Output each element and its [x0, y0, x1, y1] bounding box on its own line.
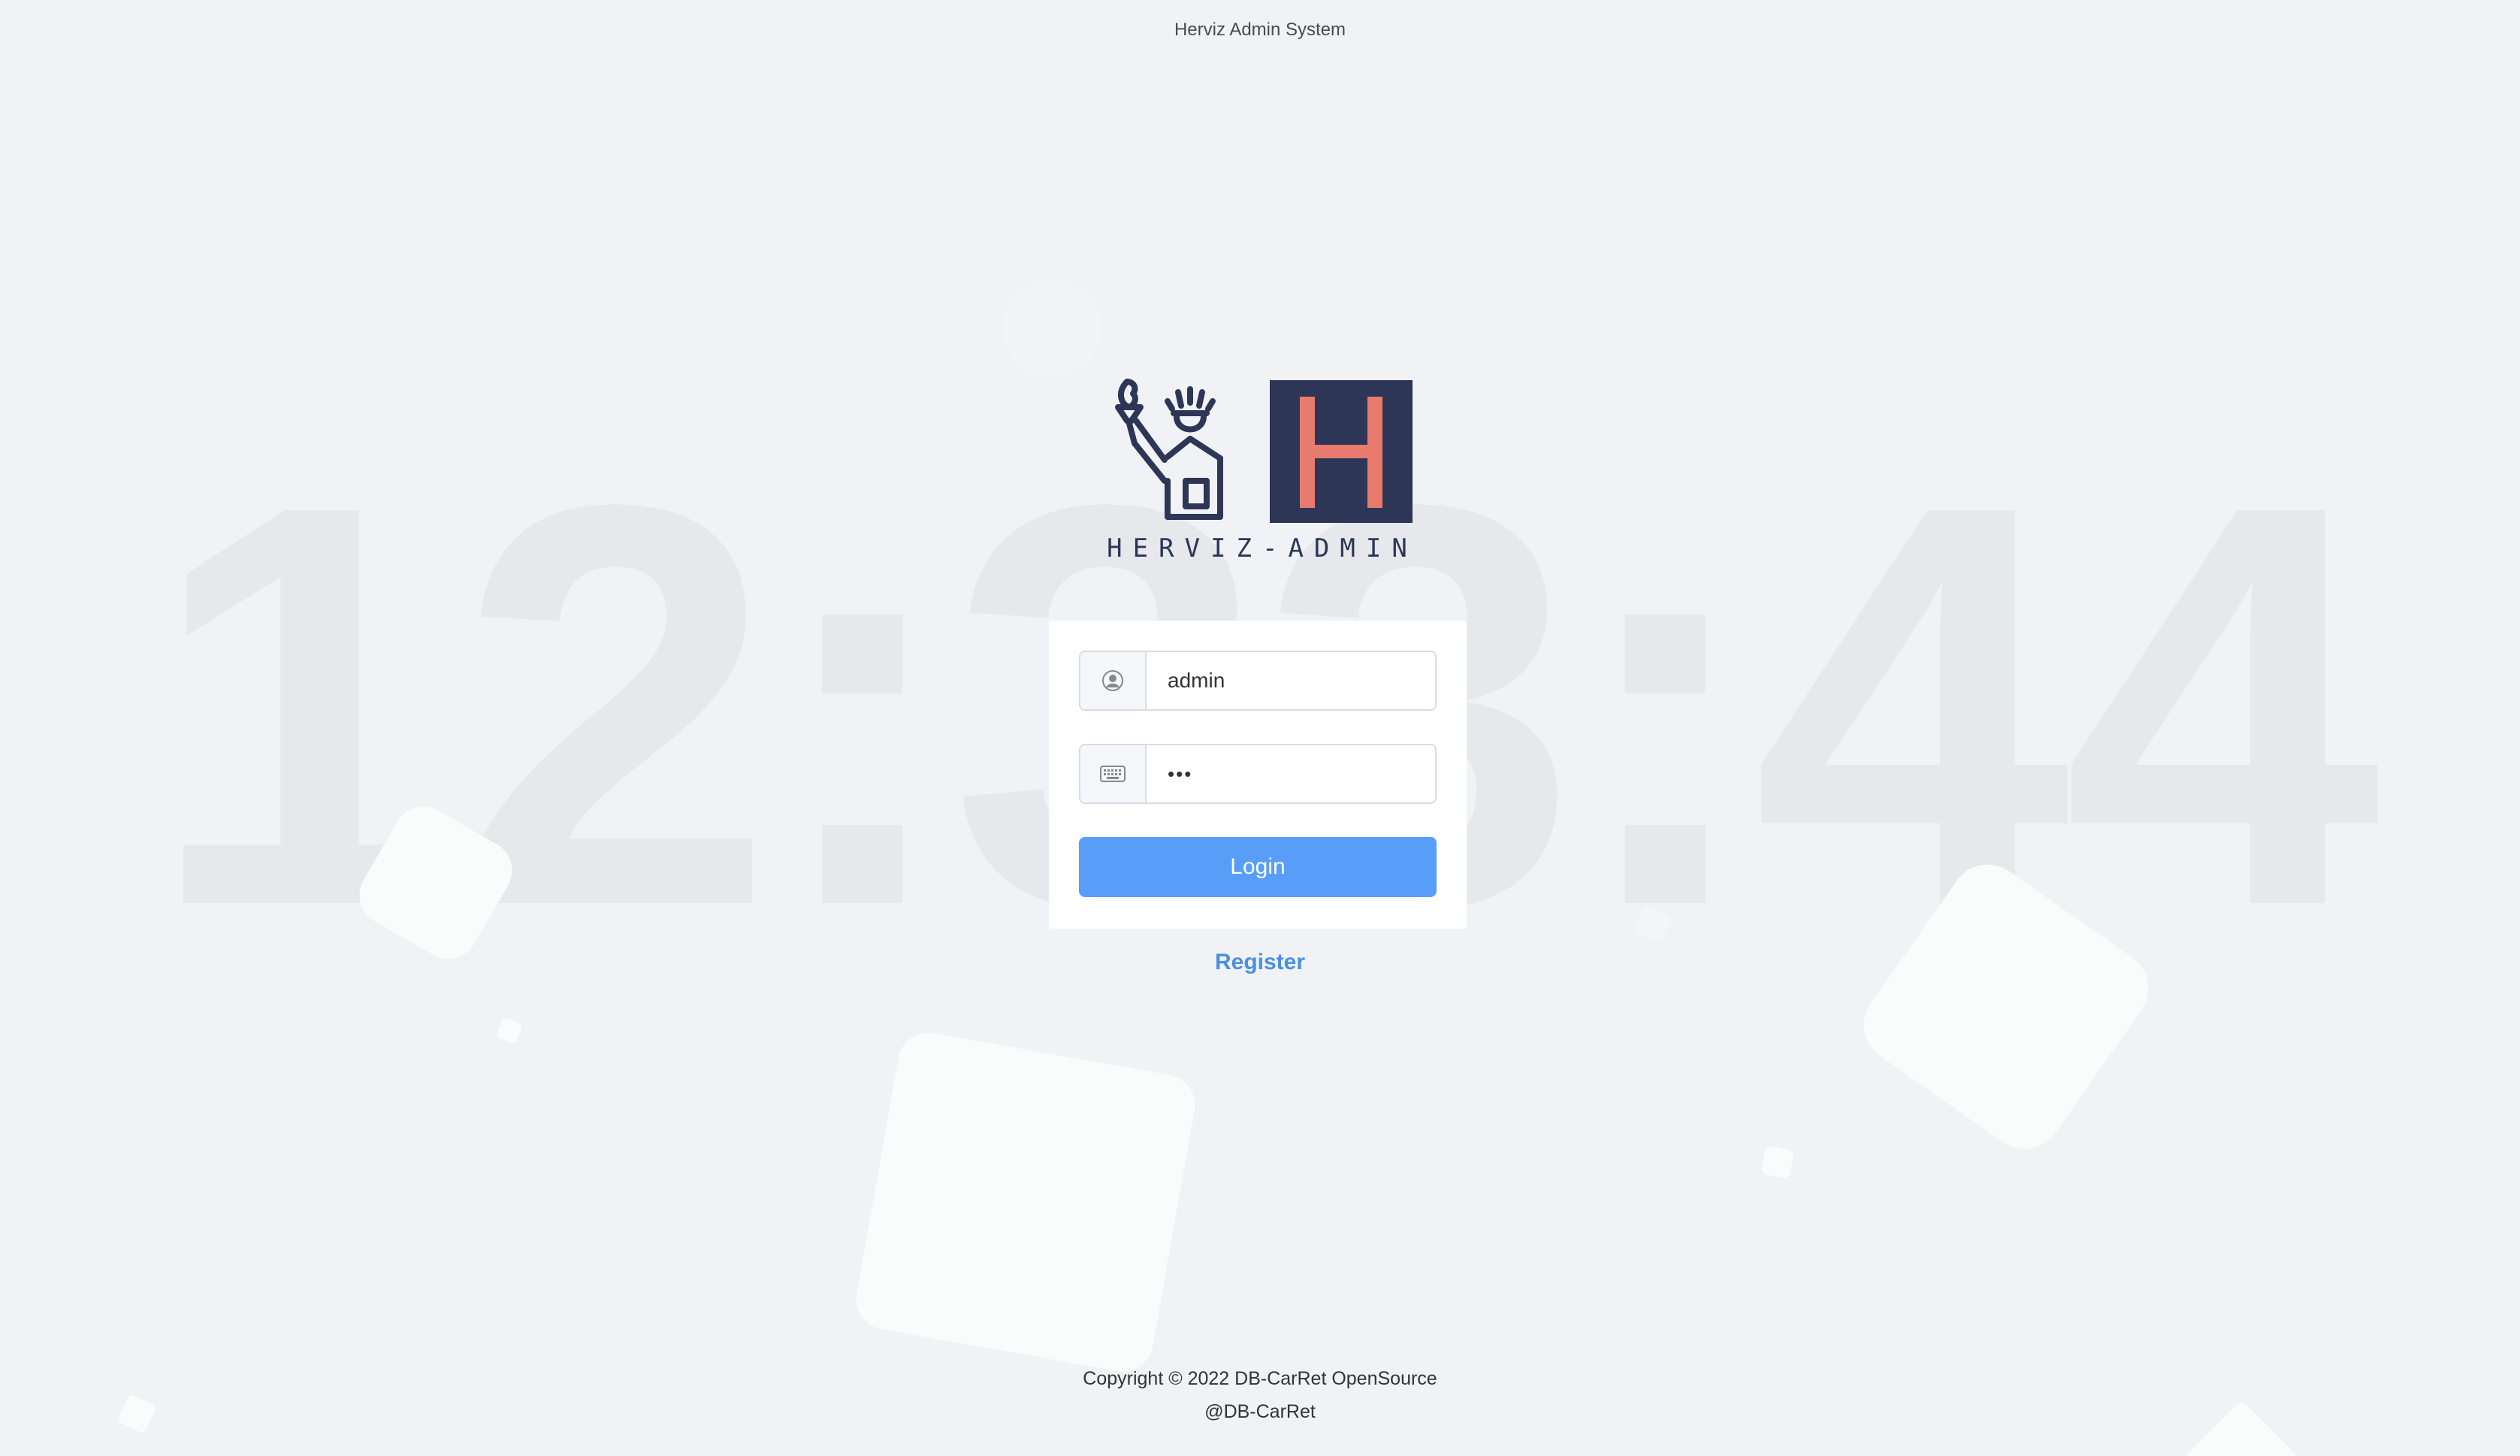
logo-h-box — [1270, 380, 1413, 523]
login-button[interactable]: Login — [1079, 837, 1437, 897]
user-circle-icon — [1080, 652, 1147, 709]
app-title: Herviz Admin System — [1174, 20, 1346, 40]
login-card: Login — [1049, 621, 1467, 929]
decorative-square — [1760, 1145, 1795, 1180]
login-page: Herviz Admin System 12:33:44 — [0, 0, 2520, 1456]
logo: HERVIZ-ADMIN — [1107, 376, 1413, 571]
logo-letter — [1300, 397, 1382, 508]
footer: Copyright © 2022 DB-CarRet OpenSource @D… — [0, 1362, 2520, 1428]
password-input[interactable] — [1147, 745, 1435, 802]
statue-of-liberty-icon — [1115, 379, 1223, 520]
register-link[interactable]: Register — [0, 950, 2520, 975]
decorative-circle — [1003, 279, 1101, 377]
decorative-square — [851, 1028, 1200, 1376]
footer-handle: @DB-CarRet — [1204, 1401, 1316, 1422]
username-field — [1079, 651, 1437, 711]
keyboard-icon — [1080, 745, 1147, 802]
password-field — [1079, 744, 1437, 804]
username-input[interactable] — [1147, 652, 1435, 709]
copyright-text: Copyright © 2022 DB-CarRet OpenSource — [1083, 1368, 1437, 1389]
logo-text: HERVIZ-ADMIN — [1107, 533, 1418, 563]
